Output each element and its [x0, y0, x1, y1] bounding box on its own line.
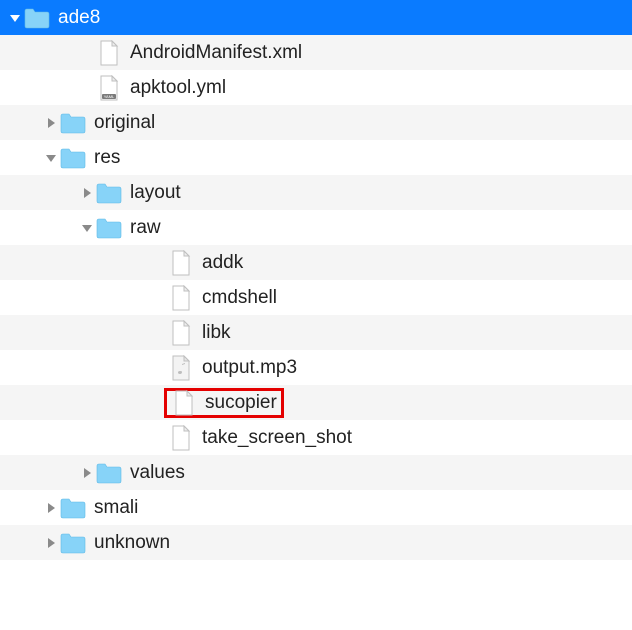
tree-item-label: unknown: [94, 532, 170, 554]
disclosure-spacer: [152, 326, 166, 340]
tree-row[interactable]: raw: [0, 210, 632, 245]
tree-item-label: AndroidManifest.xml: [130, 42, 302, 64]
folder-icon: [24, 5, 50, 31]
tree-row[interactable]: AndroidManifest.xml: [0, 35, 632, 70]
tree-item-label: libk: [202, 322, 231, 344]
file-icon: [168, 250, 194, 276]
chevron-right-icon[interactable]: [44, 501, 58, 515]
chevron-down-icon[interactable]: [8, 11, 22, 25]
file-icon: [96, 40, 122, 66]
file-icon: [168, 285, 194, 311]
tree-row[interactable]: ade8: [0, 0, 632, 35]
folder-icon: [96, 215, 122, 241]
folder-icon: [60, 110, 86, 136]
tree-row[interactable]: take_screen_shot: [0, 420, 632, 455]
audio-icon: [168, 355, 194, 381]
disclosure-spacer: [80, 46, 94, 60]
file-icon: [168, 320, 194, 346]
tree-row[interactable]: cmdshell: [0, 280, 632, 315]
file-icon: [168, 425, 194, 451]
tree-row[interactable]: sucopier: [0, 385, 632, 420]
tree-row[interactable]: addk: [0, 245, 632, 280]
highlight-box: sucopier: [164, 388, 284, 418]
tree-item-label: cmdshell: [202, 287, 277, 309]
tree-item-label: apktool.yml: [130, 77, 226, 99]
tree-item-label: layout: [130, 182, 181, 204]
tree-row[interactable]: smali: [0, 490, 632, 525]
chevron-right-icon[interactable]: [80, 186, 94, 200]
chevron-right-icon[interactable]: [80, 466, 94, 480]
tree-item-label: values: [130, 462, 185, 484]
tree-row[interactable]: unknown: [0, 525, 632, 560]
file-icon: [171, 390, 197, 416]
tree-row[interactable]: values: [0, 455, 632, 490]
disclosure-spacer: [152, 431, 166, 445]
disclosure-spacer: [152, 291, 166, 305]
folder-icon: [60, 145, 86, 171]
chevron-right-icon[interactable]: [44, 536, 58, 550]
tree-item-label: addk: [202, 252, 243, 274]
tree-row[interactable]: output.mp3: [0, 350, 632, 385]
svg-text:YAML: YAML: [104, 94, 115, 99]
chevron-down-icon[interactable]: [44, 151, 58, 165]
tree-item-label: sucopier: [205, 392, 277, 414]
tree-row[interactable]: original: [0, 105, 632, 140]
tree-row[interactable]: layout: [0, 175, 632, 210]
yaml-icon: YAML: [96, 75, 122, 101]
folder-icon: [96, 180, 122, 206]
tree-item-label: raw: [130, 217, 161, 239]
folder-icon: [96, 460, 122, 486]
disclosure-spacer: [152, 361, 166, 375]
tree-item-label: take_screen_shot: [202, 427, 352, 449]
tree-item-label: output.mp3: [202, 357, 297, 379]
tree-row[interactable]: res: [0, 140, 632, 175]
tree-item-label: ade8: [58, 7, 100, 29]
tree-item-label: original: [94, 112, 155, 134]
disclosure-spacer: [80, 81, 94, 95]
chevron-down-icon[interactable]: [80, 221, 94, 235]
file-tree: ade8 AndroidManifest.xml YAML apktool.yml or…: [0, 0, 632, 560]
tree-item-label: smali: [94, 497, 138, 519]
tree-item-label: res: [94, 147, 120, 169]
disclosure-spacer: [152, 256, 166, 270]
tree-row[interactable]: YAML apktool.yml: [0, 70, 632, 105]
tree-row[interactable]: libk: [0, 315, 632, 350]
folder-icon: [60, 495, 86, 521]
chevron-right-icon[interactable]: [44, 116, 58, 130]
folder-icon: [60, 530, 86, 556]
